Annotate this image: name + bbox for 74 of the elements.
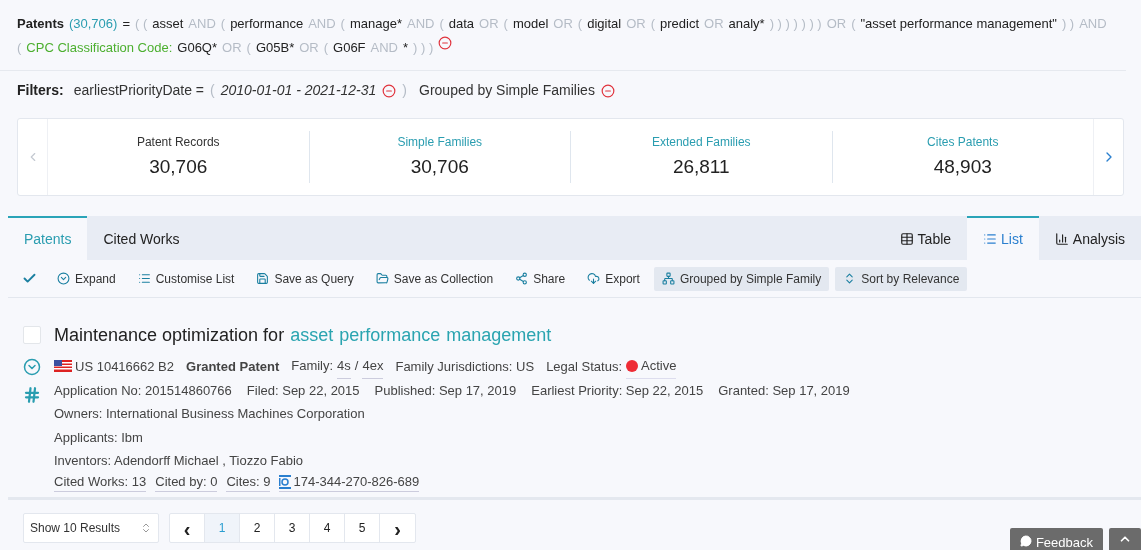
toolbar-button[interactable]: Save as Query xyxy=(248,266,362,291)
owners: Owners: International Business Machines Corporation xyxy=(54,405,366,423)
grouping-filter: Grouped by Simple Families xyxy=(419,81,595,100)
date-field: Earliest Priority: Sep 22, 2015 xyxy=(531,378,704,402)
hierarchy-icon xyxy=(661,272,675,285)
chevron-circle-icon xyxy=(57,272,70,285)
lens-id-link[interactable]: 174-344-270-826-689 xyxy=(293,472,420,491)
toolbar-button[interactable]: Expand xyxy=(49,266,124,291)
citation-link[interactable]: Cited Works: 13 xyxy=(54,472,147,492)
patent-number: US 10416662 B2 xyxy=(75,357,175,376)
flag-icon xyxy=(54,360,72,373)
family-link[interactable]: 4ex xyxy=(362,354,384,379)
citation-link[interactable]: Cited by: 0 xyxy=(155,472,218,492)
stat-label: Patent Records xyxy=(136,133,220,151)
filter-value: 2010-01-01 - 2021-12-31 xyxy=(220,81,377,100)
filter-paren: ( xyxy=(210,81,215,100)
toolbar-button[interactable]: Customise List xyxy=(129,266,243,291)
family-label: Family: xyxy=(291,357,334,375)
remove-icon[interactable] xyxy=(438,36,453,50)
stat-value: 30,706 xyxy=(149,154,208,179)
page-button[interactable]: 2 xyxy=(240,514,275,542)
list-icon xyxy=(137,272,151,285)
view-tab[interactable]: Analysis xyxy=(1038,216,1141,260)
view-tab[interactable]: List xyxy=(967,216,1039,260)
checkbox[interactable] xyxy=(23,326,41,344)
applicants: Applicants: Ibm xyxy=(54,428,144,447)
date-field: Filed: Sep 22, 2015 xyxy=(246,378,360,402)
filters-label: Filters: xyxy=(17,81,64,100)
tab[interactable]: Cited Works xyxy=(87,216,196,260)
date-field: Application No: 201514860766 xyxy=(54,378,232,402)
citation-link[interactable]: Cites: 9 xyxy=(226,472,271,492)
family-separator: / xyxy=(354,357,359,375)
filter-paren: ) xyxy=(402,81,408,100)
remove-icon[interactable] xyxy=(382,83,397,98)
folder-icon xyxy=(375,272,389,285)
jurisdictions: Family Jurisdictions: US xyxy=(395,357,535,376)
date-field: Published: Sep 17, 2019 xyxy=(374,378,517,402)
expand-icon[interactable] xyxy=(23,358,41,376)
filter-field: earliestPriorityDate = xyxy=(73,80,204,101)
table-icon xyxy=(899,232,914,246)
date-field: Granted: Sep 17, 2019 xyxy=(718,378,850,402)
toolbar-button[interactable]: Sort by Relevance xyxy=(835,266,968,291)
feedback-button[interactable]: Feedback xyxy=(1009,528,1103,550)
toolbar-button[interactable]: Save as Collection xyxy=(367,266,502,291)
cloud-download-icon xyxy=(587,272,601,285)
search-query: Patents (30,706) = ( ( asset AND ( performance AND ( manage* AND ( data OR ( model OR ( digital OR ( predict OR analy* ) ) ) ) ) ) ) OR ( "asset performance management" ) ) AND ( CPC Classification Code: G06Q* OR ( G05B* OR ( G06F AND * ) ) ) xyxy=(17,15,1108,57)
patent-type: Granted Patent xyxy=(186,357,280,376)
scroll-top-button[interactable] xyxy=(1109,528,1141,550)
legal-status[interactable]: Active xyxy=(641,354,677,378)
family-link[interactable]: 4s xyxy=(337,354,351,379)
toolbar-button[interactable]: Share xyxy=(507,266,574,291)
toolbar-button[interactable]: Grouped by Simple Family xyxy=(653,266,830,291)
inventors: Inventors: Adendorff Michael , Tiozzo Fabio xyxy=(54,452,305,470)
remove-icon[interactable] xyxy=(600,83,615,98)
up-down-arrows-icon xyxy=(140,522,152,534)
page-button[interactable]: 3 xyxy=(275,514,310,542)
lens-icon xyxy=(279,474,292,489)
page-button[interactable]: 4 xyxy=(310,514,345,542)
next-page-button[interactable]: › xyxy=(380,514,415,542)
hash-icon[interactable] xyxy=(23,386,41,404)
page-size-select[interactable]: Show 10 Results xyxy=(23,513,159,543)
page-button[interactable]: 5 xyxy=(345,514,380,542)
bar-chart-icon xyxy=(1054,232,1069,246)
stat-value: 30,706 xyxy=(410,154,469,179)
view-tab[interactable]: Table xyxy=(883,216,968,260)
list-icon xyxy=(983,232,998,246)
toolbar-button[interactable]: Export xyxy=(579,266,648,291)
share-icon xyxy=(515,272,529,285)
result-title[interactable]: Maintenance optimization for asset performance management xyxy=(54,322,850,348)
speech-bubble-icon xyxy=(1019,535,1032,547)
legal-status-label: Legal Status: xyxy=(546,357,623,376)
check-icon[interactable] xyxy=(22,271,37,286)
stat-value: 48,903 xyxy=(933,154,992,179)
stat-value: 26,811 xyxy=(672,154,730,179)
